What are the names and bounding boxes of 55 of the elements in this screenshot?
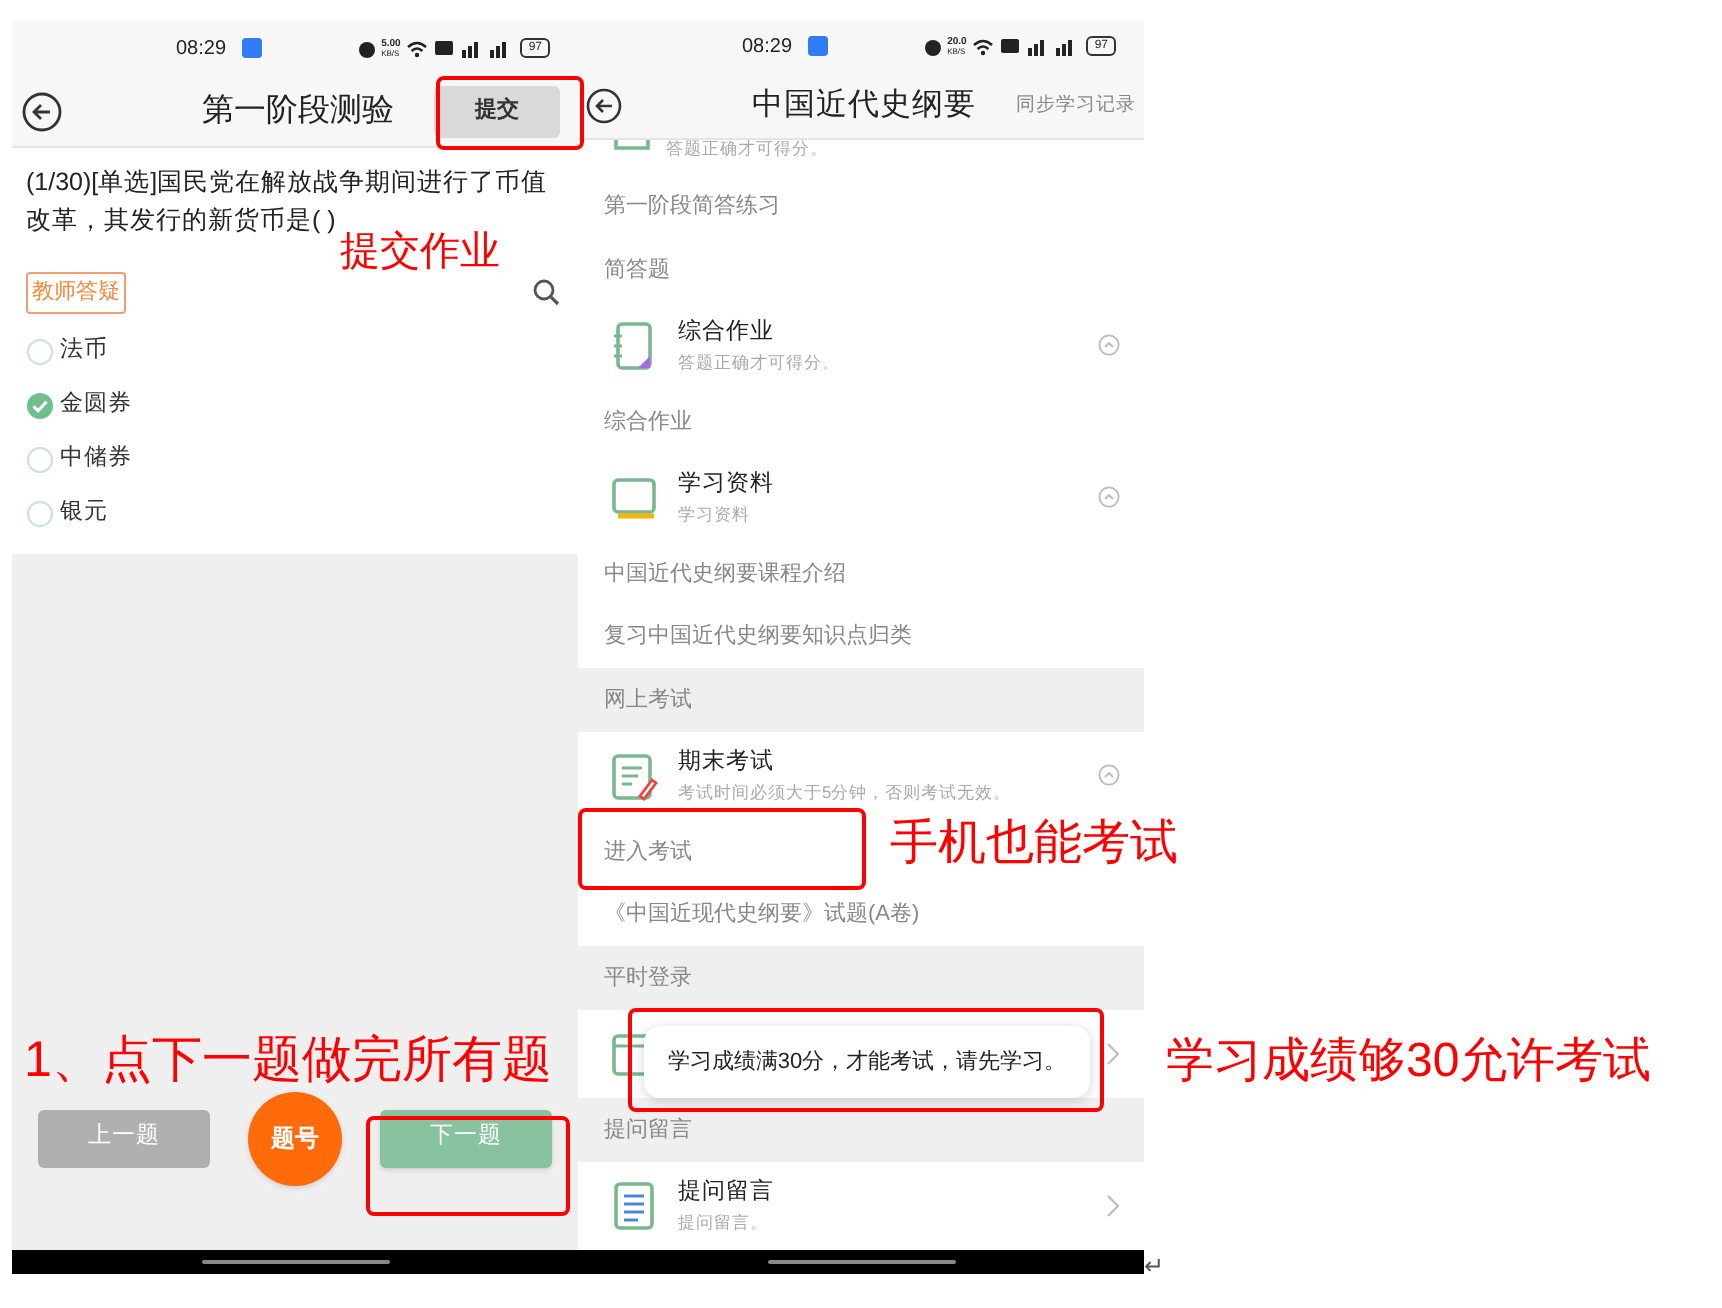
- section-heading: 简答题: [604, 255, 670, 285]
- item-subtitle: 提问留言。: [678, 1210, 770, 1236]
- home-indicator[interactable]: [201, 1260, 389, 1264]
- section-heading: 综合作业: [604, 407, 692, 437]
- screen-title: 第一阶段测验: [202, 91, 394, 131]
- submit-button[interactable]: 提交: [434, 85, 560, 137]
- screen-title: 中国近代史纲要: [752, 86, 976, 127]
- collapse-icon[interactable]: [1098, 486, 1120, 509]
- item-subtitle: 答题正确才可得分。: [666, 139, 828, 155]
- wifi-icon: [972, 37, 995, 56]
- item-title: 期末考试: [678, 747, 776, 778]
- annotation-text: 学习成绩够30允许考试: [1166, 1038, 1652, 1086]
- status-time: 08:29: [176, 35, 227, 63]
- notification-icon: [242, 38, 263, 58]
- back-icon: [586, 87, 622, 124]
- status-time: 08:29: [742, 33, 793, 62]
- list-link[interactable]: 第一阶段简答练习: [604, 190, 780, 223]
- item-subtitle: 学习资料: [678, 502, 752, 528]
- annotation-text: 1、点下一题做完所有题: [24, 1036, 552, 1086]
- search-icon: [532, 278, 560, 307]
- signal-icon: [1054, 37, 1077, 56]
- annotation-text: 手机也能考试: [890, 820, 1178, 868]
- item-subtitle: 答题正确才可得分。: [678, 350, 840, 376]
- sync-records-link[interactable]: 同步学习记录: [1016, 91, 1136, 120]
- back-icon: [22, 91, 62, 131]
- item-subtitle: 考试时间必须大于5分钟，否则考试无效。: [678, 780, 1012, 806]
- list-link[interactable]: 进入考试: [604, 835, 692, 868]
- back-button[interactable]: [22, 91, 62, 131]
- next-button[interactable]: 下一题: [380, 1109, 552, 1167]
- answer-option[interactable]: 金圆券: [26, 379, 564, 433]
- collapse-icon[interactable]: [1098, 334, 1120, 357]
- signal-icon: [1026, 37, 1049, 56]
- signal-icon: [460, 39, 483, 57]
- item-title: 综合作业: [678, 317, 776, 348]
- back-button[interactable]: [586, 87, 622, 124]
- teacher-qa-tag[interactable]: 教师答疑: [26, 272, 126, 313]
- item-title: 提问留言: [678, 1176, 774, 1208]
- answer-option[interactable]: 银元: [26, 487, 564, 541]
- question-number-button[interactable]: 题号: [248, 1091, 342, 1185]
- section-heading: 平时登录: [604, 963, 692, 993]
- collapse-icon[interactable]: [1098, 764, 1120, 787]
- chevron-right-icon[interactable]: [1104, 1041, 1120, 1066]
- signal-icon: [488, 39, 511, 57]
- answer-option[interactable]: 中储券: [26, 433, 564, 487]
- item-title: 学习资料: [678, 469, 774, 500]
- wifi-icon: [406, 39, 429, 57]
- home-indicator[interactable]: [767, 1260, 955, 1264]
- chevron-right-icon[interactable]: [1104, 1193, 1120, 1218]
- paragraph-mark: ↵: [1144, 1250, 1164, 1284]
- message-toast: 学习成绩满30分，才能考试，请先学习。: [644, 1026, 1090, 1098]
- answer-option[interactable]: 法币: [26, 325, 564, 379]
- notification-icon: [808, 36, 829, 57]
- section-heading: 提问留言: [604, 1115, 692, 1145]
- annotation-text: 提交作业: [340, 232, 500, 272]
- section-heading: 网上考试: [604, 685, 692, 715]
